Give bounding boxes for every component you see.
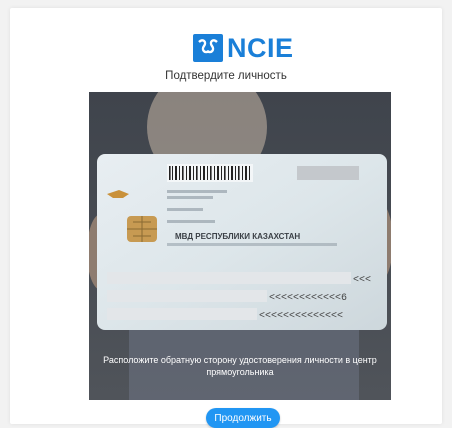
card-issuer: МВД РЕСПУБЛИКИ КАЗАХСТАН bbox=[175, 232, 300, 241]
continue-button[interactable]: Продолжить bbox=[206, 408, 280, 428]
mrz-line-2: <<<<<<<<<<<<6 bbox=[269, 293, 347, 304]
chip-icon bbox=[127, 216, 157, 242]
redacted-field bbox=[297, 166, 359, 180]
page-title: Подтвердите личность bbox=[165, 70, 287, 82]
ncie-logo-icon bbox=[193, 34, 223, 62]
verification-card: NCIE Подтвердите личность МВД РЕСПУБЛИКИ… bbox=[10, 8, 442, 428]
barcode bbox=[167, 164, 253, 182]
mrz-line-1: <<< bbox=[353, 275, 371, 286]
camera-hint: Расположите обратную сторону удостоверен… bbox=[103, 355, 377, 377]
camera-preview: МВД РЕСПУБЛИКИ КАЗАХСТАН <<< <<<<<<<<<<<… bbox=[89, 92, 391, 400]
mrz-line-3: <<<<<<<<<<<<<< bbox=[259, 311, 343, 322]
ncie-logo: NCIE bbox=[193, 32, 294, 64]
brand-name: NCIE bbox=[227, 33, 294, 63]
